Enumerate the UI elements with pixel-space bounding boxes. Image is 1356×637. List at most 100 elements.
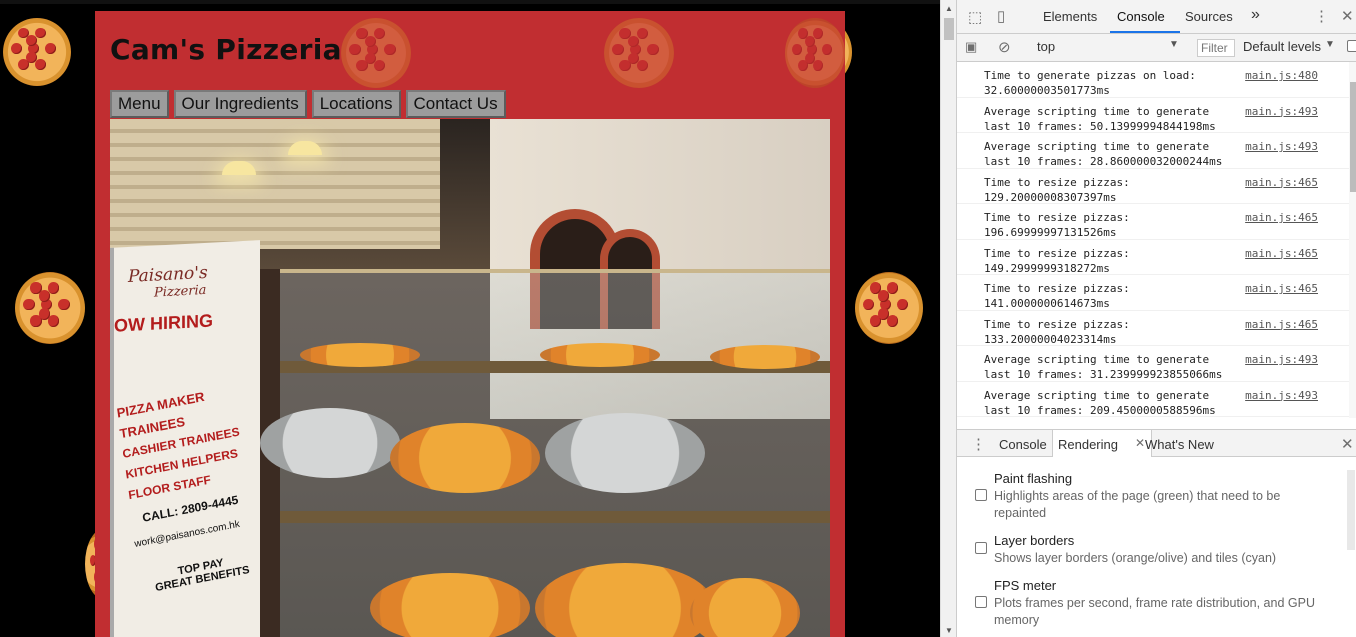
scroll-thumb[interactable] (944, 18, 954, 40)
context-select[interactable]: top (1037, 39, 1055, 54)
nav-menu-button[interactable]: Menu (110, 90, 169, 118)
message-text: Average scripting time to generate (984, 353, 1210, 366)
option-title: Layer borders (994, 533, 1075, 548)
fps-meter-checkbox[interactable] (975, 596, 987, 608)
scroll-thumb[interactable] (1350, 82, 1356, 192)
paint-flashing-checkbox[interactable] (975, 489, 987, 501)
main-nav: Menu Our Ingredients Locations Contact U… (110, 90, 506, 118)
layer-borders-checkbox[interactable] (975, 542, 987, 554)
source-link[interactable]: main.js:465 (1245, 246, 1318, 261)
bg-pizza (341, 18, 411, 88)
message-text: Time to generate pizzas on load: (984, 69, 1196, 82)
option-title: FPS meter (994, 578, 1057, 593)
console-message: Average scripting time to generate last 1… (957, 382, 1349, 417)
drawer-tab-console[interactable]: Console (999, 437, 1047, 452)
message-text: 129.20000008307397ms (984, 190, 1117, 204)
console-scrollbar[interactable] (1349, 62, 1356, 418)
pepperoni (636, 60, 649, 72)
photo-pizza (535, 563, 715, 637)
page-scrollbar[interactable]: ▲ ▼ (940, 0, 956, 637)
pepperoni (11, 43, 23, 55)
close-tab-icon[interactable]: ✕ (1135, 436, 1145, 450)
console-message: Time to generate pizzas on load: 32.60000… (957, 62, 1349, 98)
source-link[interactable]: main.js:493 (1245, 104, 1318, 119)
source-link[interactable]: main.js:465 (1245, 281, 1318, 296)
source-link[interactable]: main.js:493 (1245, 388, 1318, 403)
pepperoni (813, 60, 823, 72)
drawer-menu-icon[interactable]: ⋮ (971, 435, 986, 453)
source-link[interactable]: main.js:465 (1245, 175, 1318, 190)
banner-subtitle: Pizzeria (154, 282, 207, 301)
option-description: Shows layer borders (orange/olive) and t… (994, 551, 1277, 565)
tab-elements[interactable]: Elements (1043, 9, 1097, 24)
photo-pizza (710, 345, 820, 369)
top-strip (0, 0, 940, 4)
chevron-down-icon[interactable]: ▼ (1169, 39, 1179, 50)
source-link[interactable]: main.js:465 (1245, 210, 1318, 225)
pepperoni (636, 27, 649, 39)
message-text: 141.0000000614673ms (984, 297, 1110, 310)
devtools-tabbar: ⬚ ▯ Elements Console Sources » ⋮ ✕ (957, 0, 1356, 34)
bg-pizza (604, 18, 674, 88)
tab-sources[interactable]: Sources (1185, 9, 1233, 24)
close-drawer-icon[interactable]: ✕ (1341, 435, 1354, 453)
pepperoni (349, 43, 361, 56)
console-message: Time to resize pizzas: 141.0000000614673m… (957, 275, 1349, 311)
message-text: Time to resize pizzas: (984, 211, 1130, 224)
drawer-tab-rendering[interactable]: Rendering (1058, 437, 1118, 452)
source-link[interactable]: main.js:480 (1245, 68, 1318, 83)
tab-console[interactable]: Console (1117, 9, 1165, 24)
close-icon[interactable]: ✕ (1341, 7, 1354, 25)
inspect-element-icon[interactable]: ⬚ (968, 8, 982, 26)
pepperoni (58, 298, 70, 311)
nav-locations-button[interactable]: Locations (311, 90, 401, 118)
photo-pizza (690, 578, 800, 637)
screen: Cam's Pizzeria Menu Our Ingredients Loca… (0, 0, 1356, 637)
message-text: last 10 frames: 31.239999923855066ms (984, 368, 1223, 381)
console-message: Average scripting time to generate last 1… (957, 98, 1349, 133)
clear-console-icon[interactable]: ⊘ (998, 38, 1011, 56)
pepperoni (34, 27, 46, 39)
nav-ingredients-button[interactable]: Our Ingredients (173, 90, 307, 118)
group-similar-checkbox[interactable] (1347, 40, 1356, 52)
pepperoni (886, 315, 898, 327)
message-text: Time to resize pizzas: (984, 282, 1130, 295)
pepperoni (47, 315, 60, 327)
drawer-scrollbar[interactable] (1347, 470, 1355, 550)
console-message: Average scripting time to generate last 1… (957, 133, 1349, 169)
banner-positions: PIZZA MAKER TRAINEES CASHIER TRAINEES KI… (115, 376, 268, 506)
more-tabs-icon[interactable]: » (1251, 6, 1260, 24)
console-messages: Time to generate pizzas on load: 32.60000… (957, 62, 1349, 418)
pepperoni (805, 35, 815, 47)
console-message: Time to resize pizzas: 133.20000004023314… (957, 311, 1349, 346)
scroll-up-icon[interactable]: ▲ (945, 4, 953, 13)
log-levels-select[interactable]: Default levels (1243, 39, 1321, 54)
pepperoni (373, 27, 386, 39)
kebab-menu-icon[interactable]: ⋮ (1314, 7, 1329, 25)
scroll-down-icon[interactable]: ▼ (945, 626, 953, 635)
photo-pizza (390, 423, 540, 493)
hero-photo: Paisano's Pizzeria OW HIRING PIZZA MAKER… (110, 119, 830, 637)
site-title: Cam's Pizzeria (110, 33, 342, 66)
webpage-viewport: Cam's Pizzeria Menu Our Ingredients Loca… (0, 0, 940, 637)
pepperoni (886, 282, 898, 294)
pepperoni (47, 282, 60, 294)
bg-pizza (3, 18, 71, 86)
nav-contact-button[interactable]: Contact Us (405, 90, 506, 118)
sidebar-toggle-icon[interactable]: ▣ (965, 39, 977, 55)
pepperoni (792, 43, 802, 56)
source-link[interactable]: main.js:493 (1245, 352, 1318, 367)
chevron-down-icon[interactable]: ▼ (1325, 39, 1335, 50)
rendering-panel: Paint flashing Highlights areas of the p… (957, 457, 1356, 637)
source-link[interactable]: main.js:465 (1245, 317, 1318, 332)
message-text: 196.69999997131526ms (984, 226, 1117, 239)
drawer-tab-whats-new[interactable]: What's New (1145, 437, 1214, 452)
console-message: Average scripting time to generate last 1… (957, 346, 1349, 382)
pepperoni (45, 43, 57, 55)
filter-input[interactable]: Filter (1197, 39, 1235, 57)
message-text: Average scripting time to generate (984, 388, 1210, 402)
device-toolbar-icon[interactable]: ▯ (997, 7, 1005, 25)
message-text: Time to resize pizzas: (984, 317, 1130, 331)
message-text: 32.60000003501773ms (984, 84, 1110, 97)
source-link[interactable]: main.js:493 (1245, 139, 1318, 154)
